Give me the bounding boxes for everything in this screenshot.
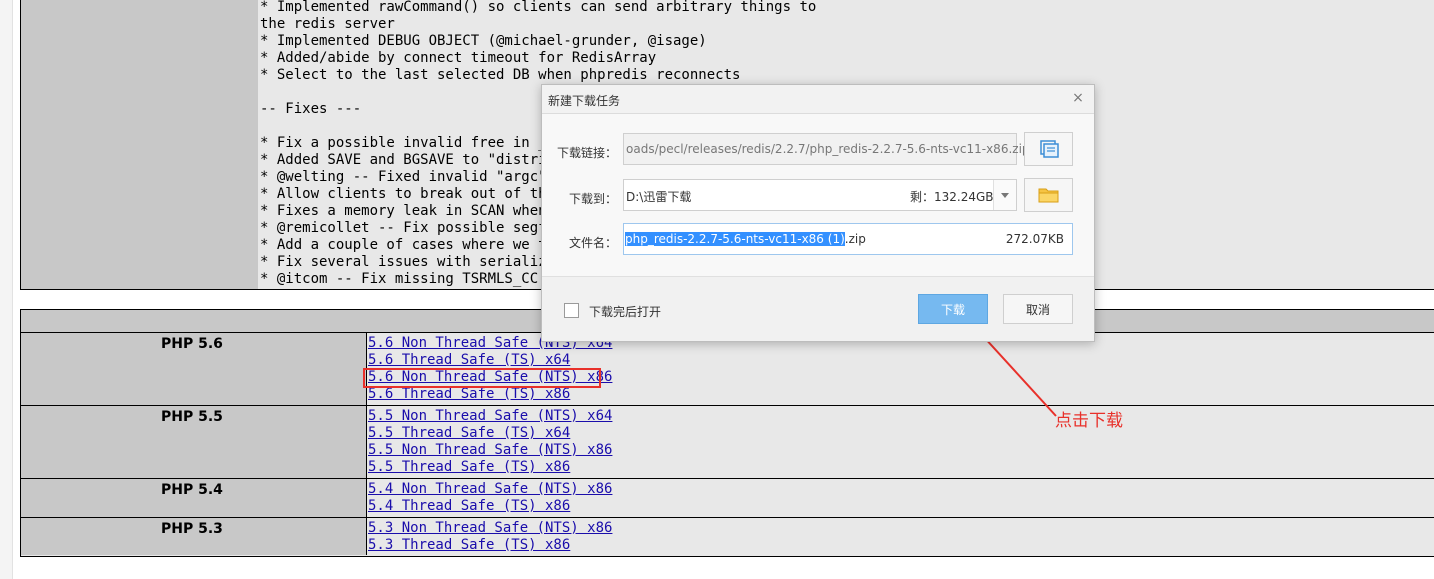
dialog-footer: 下载完后打开 下载 取消 xyxy=(542,276,1094,341)
url-label: 下载链接： xyxy=(556,146,617,160)
changelog-line: -- Fixes --- xyxy=(260,101,362,117)
downloads-table: PHP 5.6 5.6 Non Thread Safe (NTS) x64 5.… xyxy=(20,309,1434,557)
download-link[interactable]: 5.3 Thread Safe (TS) x86 xyxy=(368,537,612,554)
table-row: PHP 5.6 5.6 Non Thread Safe (NTS) x64 5.… xyxy=(21,333,1434,406)
table-row: PHP 5.4 5.4 Non Thread Safe (NTS) x86 5.… xyxy=(21,479,1434,518)
filename-extension: .zip xyxy=(844,232,866,246)
annotation-label: 点击下载 xyxy=(1055,411,1123,431)
chevron-down-icon xyxy=(1001,193,1009,198)
php-version-label: PHP 5.4 xyxy=(161,482,223,498)
download-url-value: oads/pecl/releases/redis/2.2.7/php_redis… xyxy=(626,142,1030,156)
cancel-button[interactable]: 取消 xyxy=(1003,294,1073,324)
download-link[interactable]: 5.5 Thread Safe (TS) x86 xyxy=(368,459,612,476)
changelog-line: * Added/abide by connect timeout for Red… xyxy=(260,50,657,66)
download-url-field[interactable]: oads/pecl/releases/redis/2.2.7/php_redis… xyxy=(623,133,1030,165)
save-path-field[interactable]: D:\迅雷下载 剩：132.24GB xyxy=(623,179,1017,211)
php-version-cell: PHP 5.3 xyxy=(21,518,367,555)
dialog-body: 下载链接： oads/pecl/releases/redis/2.2.7/php… xyxy=(542,114,1094,276)
free-space-text: 剩：132.24GB xyxy=(910,190,994,204)
changelog-line: * Implemented rawCommand() so clients ca… xyxy=(260,0,817,15)
php-version-cell: PHP 5.4 xyxy=(21,479,367,517)
download-link[interactable]: 5.5 Thread Safe (TS) x64 xyxy=(368,425,612,442)
download-button[interactable]: 下载 xyxy=(918,294,988,324)
open-after-download-checkbox[interactable] xyxy=(564,303,579,318)
copy-link-button[interactable] xyxy=(1024,132,1073,166)
save-path-dropdown[interactable] xyxy=(993,180,1016,210)
php-version-label: PHP 5.3 xyxy=(161,521,223,537)
download-link[interactable]: 5.5 Non Thread Safe (NTS) x64 xyxy=(368,408,612,425)
php-version-label: PHP 5.5 xyxy=(161,409,223,425)
file-size-text: 272.07KB xyxy=(1005,232,1064,246)
download-link[interactable]: 5.4 Thread Safe (TS) x86 xyxy=(368,498,612,515)
filename-label: 文件名： xyxy=(568,236,617,250)
download-link[interactable]: 5.3 Non Thread Safe (NTS) x86 xyxy=(368,520,612,537)
php-version-cell: PHP 5.6 xyxy=(21,333,367,405)
download-link[interactable]: 5.6 Non Thread Safe (NTS) x86 xyxy=(368,369,612,386)
page-left-margin xyxy=(0,0,13,579)
changelog-label-cell xyxy=(20,0,259,289)
download-links: 5.4 Non Thread Safe (NTS) x86 5.4 Thread… xyxy=(368,481,612,515)
changelog-line: * Implemented DEBUG OBJECT (@michael-gru… xyxy=(260,33,707,49)
download-link[interactable]: 5.6 Thread Safe (TS) x86 xyxy=(368,386,612,403)
table-row: PHP 5.3 5.3 Non Thread Safe (NTS) x86 5.… xyxy=(21,518,1434,555)
php-version-label: PHP 5.6 xyxy=(161,336,223,352)
changelog-line: * Select to the last selected DB when ph… xyxy=(260,67,741,83)
filename-selected-text: php_redis-2.2.7-5.6-nts-vc11-x86 (1) xyxy=(625,232,845,246)
browse-folder-button[interactable] xyxy=(1024,178,1073,212)
dialog-title-bar: 新建下载任务 × xyxy=(542,85,1094,114)
filename-input[interactable]: php_redis-2.2.7-5.6-nts-vc11-x86 (1).zip… xyxy=(623,223,1073,255)
filename-value: php_redis-2.2.7-5.6-nts-vc11-x86 (1).zip xyxy=(625,232,866,246)
saveto-label: 下载到： xyxy=(568,192,617,206)
download-links: 5.5 Non Thread Safe (NTS) x64 5.5 Thread… xyxy=(368,408,612,476)
close-icon[interactable]: × xyxy=(1070,90,1086,106)
copy-link-icon xyxy=(1040,140,1059,158)
dialog-title: 新建下载任务 xyxy=(548,94,621,108)
folder-icon xyxy=(1038,188,1059,203)
download-link[interactable]: 5.4 Non Thread Safe (NTS) x86 xyxy=(368,481,612,498)
download-link[interactable]: 5.5 Non Thread Safe (NTS) x86 xyxy=(368,442,612,459)
download-links: 5.6 Non Thread Safe (NTS) x64 5.6 Thread… xyxy=(368,335,612,403)
changelog-line: the redis server xyxy=(260,16,395,32)
open-after-download-label: 下载完后打开 xyxy=(589,305,662,319)
new-download-dialog: 新建下载任务 × 下载链接： oads/pecl/releases/redis/… xyxy=(541,84,1095,342)
save-path-value: D:\迅雷下载 xyxy=(626,190,692,204)
download-links: 5.3 Non Thread Safe (NTS) x86 5.3 Thread… xyxy=(368,520,612,554)
download-link[interactable]: 5.6 Thread Safe (TS) x64 xyxy=(368,352,612,369)
table-row: PHP 5.5 5.5 Non Thread Safe (NTS) x64 5.… xyxy=(21,406,1434,479)
php-version-cell: PHP 5.5 xyxy=(21,406,367,478)
